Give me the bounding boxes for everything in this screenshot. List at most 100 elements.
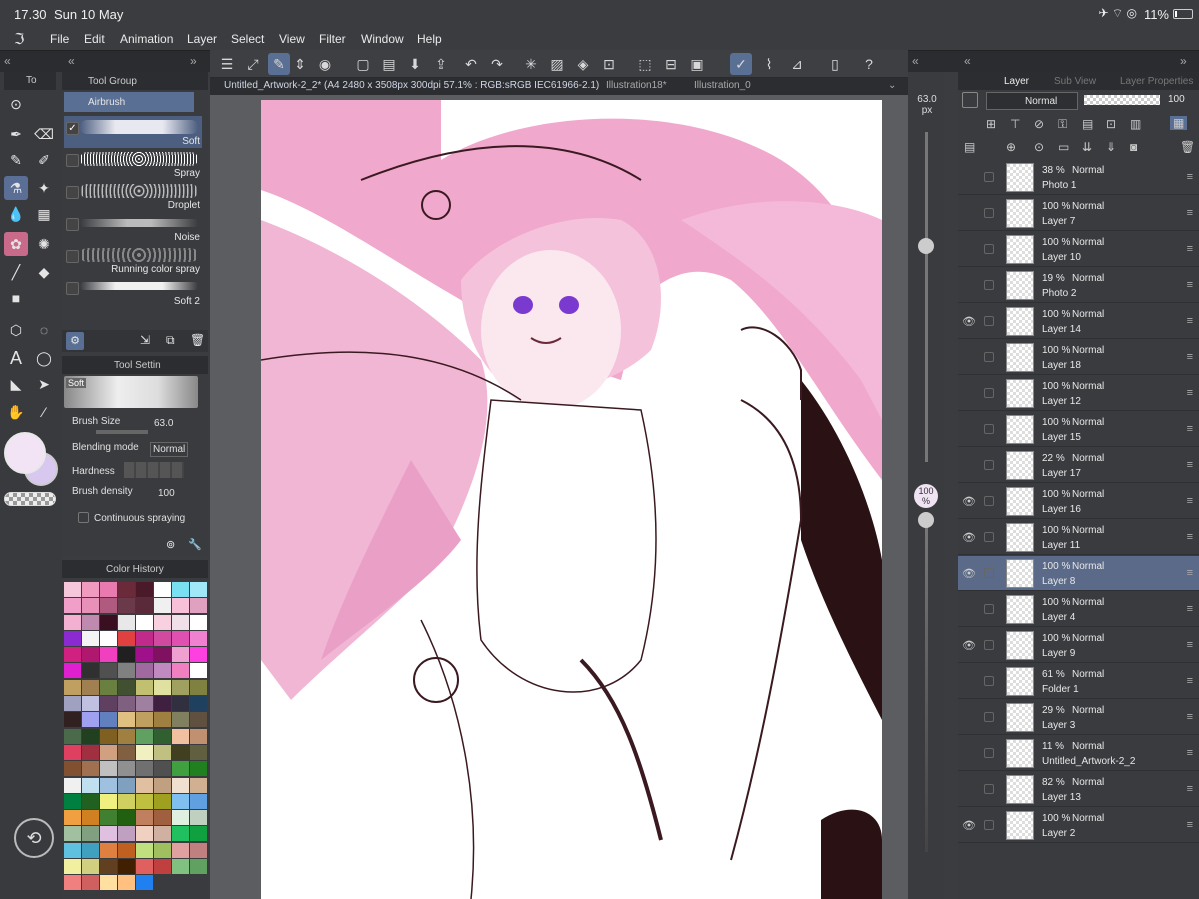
layer-row[interactable]: 82 % Normal Layer 13 ≡ [958,772,1199,807]
menu-edit[interactable]: Edit [84,32,105,46]
color-swatch[interactable] [136,777,153,793]
color-swatch[interactable] [118,696,135,712]
help-icon[interactable]: ? [858,53,880,75]
color-swatch[interactable] [190,712,207,728]
color-swatch[interactable] [100,663,117,679]
layer-checkbox[interactable] [984,316,994,326]
new-vector-layer-icon[interactable]: ⊙ [1034,140,1044,154]
document-tab-active[interactable]: Untitled_Artwork-2_2* (A4 2480 x 3508px … [224,80,599,91]
device-icon[interactable]: ▯ [824,53,846,75]
color-swatch[interactable] [154,859,171,875]
collapse-mid-icon[interactable]: « [912,54,919,68]
brush-item-soft[interactable]: ✓ Soft [64,116,202,148]
layer-drag-handle-icon[interactable]: ≡ [1187,171,1193,183]
layer-row[interactable]: 19 % Normal Photo 2 ≡ [958,268,1199,303]
layer-drag-handle-icon[interactable]: ≡ [1187,351,1193,363]
layer-blend-mode-select[interactable]: Normal [986,92,1078,110]
color-swatch[interactable] [100,842,117,858]
color-swatch[interactable] [190,696,207,712]
color-swatch[interactable] [100,630,117,646]
color-swatch[interactable] [136,663,153,679]
layer-checkbox[interactable] [984,460,994,470]
color-swatch[interactable] [64,728,81,744]
move-down-icon[interactable]: ⊙ [4,92,28,116]
color-swatch[interactable] [154,647,171,663]
color-swatch[interactable] [154,842,171,858]
color-swatch[interactable] [100,810,117,826]
color-swatch[interactable] [64,582,81,597]
layer-drag-handle-icon[interactable]: ≡ [1187,387,1193,399]
lock-transparent-icon[interactable]: ⊘ [1034,117,1044,131]
color-swatch[interactable] [82,647,99,663]
color-swatch[interactable] [136,630,153,646]
color-swatch[interactable] [172,647,189,663]
tab-sub-view[interactable]: Sub View [1054,76,1096,87]
layer-drag-handle-icon[interactable]: ≡ [1187,675,1193,687]
color-swatch[interactable] [82,744,99,760]
layer-opacity-value[interactable]: 100 [1168,94,1185,105]
tool-tab[interactable]: To [4,72,56,90]
color-swatch[interactable] [64,663,81,679]
color-swatch[interactable] [64,696,81,712]
brush-stabilize-icon[interactable]: ⌇ [758,53,780,75]
layer-checkbox[interactable] [984,388,994,398]
record-icon[interactable]: ◉ [314,53,336,75]
ruler-layer-icon[interactable]: ⊡ [1106,117,1116,131]
color-swatch[interactable] [172,630,189,646]
hand-icon[interactable]: ✋ [4,400,28,424]
eyedropper-icon[interactable]: ⁄ [32,400,56,424]
layer-row[interactable]: 100 % Normal Layer 15 ≡ [958,412,1199,447]
tab-dropdown-icon[interactable]: ⌄ [888,80,896,91]
color-swatch[interactable] [154,696,171,712]
clear-icon[interactable]: ▨ [546,53,568,75]
menu-window[interactable]: Window [361,32,404,46]
balloon-icon[interactable]: ◯ [32,346,56,370]
color-swatch[interactable] [190,777,207,793]
color-swatch[interactable] [64,842,81,858]
color-swatch[interactable] [64,630,81,646]
color-swatch[interactable] [154,712,171,728]
duplicate-subtool-icon[interactable]: ⧉ [166,333,175,348]
copy-subtool-icon[interactable]: ⇲ [140,333,150,347]
sparkle-icon[interactable]: ✦ [32,176,56,200]
color-swatch[interactable] [136,728,153,744]
color-swatch[interactable] [172,859,189,875]
menu-lines-icon[interactable]: ☰ [216,53,238,75]
color-swatch[interactable] [64,614,81,630]
color-swatch[interactable] [154,614,171,630]
color-swatch[interactable] [118,793,135,809]
bucket-icon[interactable]: ◆ [32,260,56,284]
color-swatch[interactable] [190,859,207,875]
color-swatch[interactable] [190,582,207,597]
color-swatch[interactable] [82,793,99,809]
invert-icon[interactable]: ⊟ [660,53,682,75]
color-swatch[interactable] [118,826,135,842]
transparent-color-swatch[interactable] [4,492,56,506]
color-swatch[interactable] [100,614,117,630]
layer-checkbox[interactable] [984,172,994,182]
layer-row[interactable]: 100 % Normal Layer 18 ≡ [958,340,1199,375]
color-swatch[interactable] [136,696,153,712]
layer-drag-handle-icon[interactable]: ≡ [1187,639,1193,651]
color-swatch[interactable] [82,859,99,875]
visibility-eye-icon[interactable]: 👁 [962,567,976,580]
layer-row[interactable]: 11 % Normal Untitled_Artwork-2_2 ≡ [958,736,1199,771]
wand-icon[interactable]: ✺ [32,232,56,256]
color-swatch[interactable] [100,582,117,597]
layer-checkbox[interactable] [984,640,994,650]
layer-row[interactable]: 61 % Normal Folder 1 ≡ [958,664,1199,699]
opacity-thumb[interactable] [918,512,934,528]
color-swatch[interactable] [190,810,207,826]
color-swatch[interactable] [100,728,117,744]
color-swatch[interactable] [64,875,81,891]
subtool-group-airbrush[interactable]: Airbrush [64,92,194,112]
merge-icon[interactable]: ⇓ [1106,140,1116,154]
canvas-area[interactable] [210,95,908,899]
color-swatch[interactable] [82,728,99,744]
layer-row[interactable]: 👁 100 % Normal Layer 16 ≡ [958,484,1199,519]
color-swatch[interactable] [64,793,81,809]
color-swatch[interactable] [118,744,135,760]
color-swatch[interactable] [82,777,99,793]
brush-item-soft-2[interactable]: Soft 2 [64,276,202,308]
color-swatch[interactable] [136,842,153,858]
